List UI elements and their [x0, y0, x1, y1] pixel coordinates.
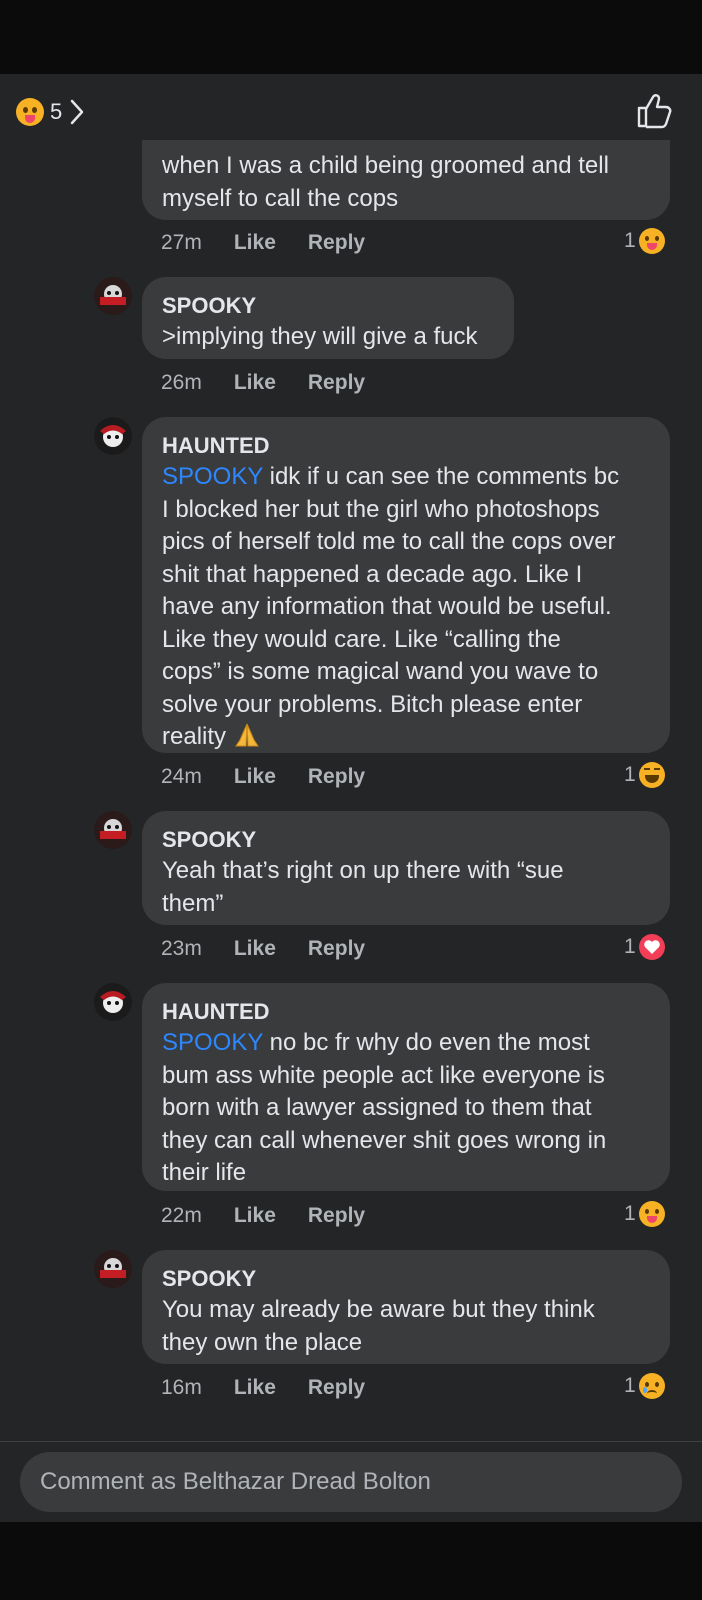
comment-bubble: when I was a child being groomed and tel…	[142, 140, 670, 220]
comment-actions: 27m Like Reply	[161, 231, 365, 255]
reaction-summary[interactable]: 5	[16, 98, 86, 126]
comment-text: SPOOKY no bc fr why do even the most bum…	[162, 1029, 607, 1186]
comment-actions: 16m Like Reply	[161, 1376, 365, 1400]
comment-text: You may already be aware but they think …	[162, 1296, 595, 1356]
comment-author[interactable]: SPOOKY	[162, 825, 650, 855]
status-bar	[0, 0, 702, 74]
navigation-bar	[0, 1522, 702, 1600]
comment-reactions[interactable]: 1	[624, 934, 665, 960]
comment-text: Yeah that’s right on up there with “sue …	[162, 857, 564, 917]
reply-button[interactable]: Reply	[308, 937, 365, 961]
sad-emoji-icon	[638, 1373, 665, 1399]
avatar-image	[94, 277, 132, 315]
comment-bubble: HAUNTED SPOOKY idk if u can see the comm…	[142, 417, 670, 753]
comment-time: 24m	[161, 765, 202, 788]
avatar[interactable]	[94, 277, 132, 315]
comment-author[interactable]: SPOOKY	[162, 1264, 650, 1294]
care-emoji-icon	[16, 98, 44, 126]
care-emoji-icon	[638, 1201, 665, 1227]
comment-author[interactable]: HAUNTED	[162, 997, 650, 1027]
thumbs-up-icon[interactable]	[634, 92, 672, 130]
comment-text: when I was a child being groomed and tel…	[162, 152, 609, 212]
comment-time: 22m	[161, 1204, 202, 1227]
comment-reactions[interactable]: 1	[624, 762, 665, 788]
care-emoji-icon	[638, 228, 665, 254]
avatar-image	[94, 1250, 132, 1288]
avatar[interactable]	[94, 811, 132, 849]
comment-input[interactable]: Comment as Belthazar Dread Bolton	[20, 1452, 682, 1512]
haha-emoji-icon	[638, 762, 665, 788]
comment-reactions[interactable]: 1	[624, 1201, 665, 1227]
avatar-image	[94, 811, 132, 849]
avatar-image	[94, 417, 132, 455]
avatar[interactable]	[94, 417, 132, 455]
comment-bubble: HAUNTED SPOOKY no bc fr why do even the …	[142, 983, 670, 1191]
reply-button[interactable]: Reply	[308, 231, 365, 255]
reaction-count: 5	[50, 99, 63, 124]
like-button[interactable]: Like	[234, 937, 276, 961]
like-button[interactable]: Like	[234, 765, 276, 789]
chevron-right-icon	[71, 99, 84, 125]
comment-bubble: SPOOKY You may already be aware but they…	[142, 1250, 670, 1364]
comment-reactions[interactable]: 1	[624, 1373, 665, 1399]
comment-text: >implying they will give a fuck	[162, 323, 478, 350]
comment-time: 23m	[161, 937, 202, 960]
folded-hands-icon	[234, 723, 259, 747]
like-button[interactable]: Like	[234, 231, 276, 255]
avatar[interactable]	[94, 983, 132, 1021]
comment-actions: 26m Like Reply	[161, 371, 365, 395]
reply-button[interactable]: Reply	[308, 371, 365, 395]
avatar-image	[94, 983, 132, 1021]
comment-actions: 23m Like Reply	[161, 937, 365, 961]
comment-time: 16m	[161, 1376, 202, 1399]
comment-bubble: SPOOKY >implying they will give a fuck	[142, 277, 514, 359]
like-button[interactable]: Like	[234, 1376, 276, 1400]
divider	[0, 1441, 702, 1442]
reply-button[interactable]: Reply	[308, 1376, 365, 1400]
like-button[interactable]: Like	[234, 371, 276, 395]
comment-actions: 24m Like Reply	[161, 765, 365, 789]
reply-button[interactable]: Reply	[308, 1204, 365, 1228]
reply-button[interactable]: Reply	[308, 765, 365, 789]
comment-text: SPOOKY idk if u can see the comments bc …	[162, 463, 620, 750]
comment-author[interactable]: SPOOKY	[162, 291, 494, 321]
comment-bubble: SPOOKY Yeah that’s right on up there wit…	[142, 811, 670, 925]
comment-input-placeholder: Comment as Belthazar Dread Bolton	[40, 1468, 431, 1495]
comment-reactions[interactable]: 1	[624, 228, 665, 254]
mention-link[interactable]: SPOOKY	[162, 1029, 263, 1056]
comment-author[interactable]: HAUNTED	[162, 431, 650, 461]
like-button[interactable]: Like	[234, 1204, 276, 1228]
comment-time: 27m	[161, 231, 202, 254]
comment-time: 26m	[161, 371, 202, 394]
mention-link[interactable]: SPOOKY	[162, 463, 263, 490]
avatar[interactable]	[94, 1250, 132, 1288]
comment-actions: 22m Like Reply	[161, 1204, 365, 1228]
love-heart-icon	[638, 934, 665, 960]
